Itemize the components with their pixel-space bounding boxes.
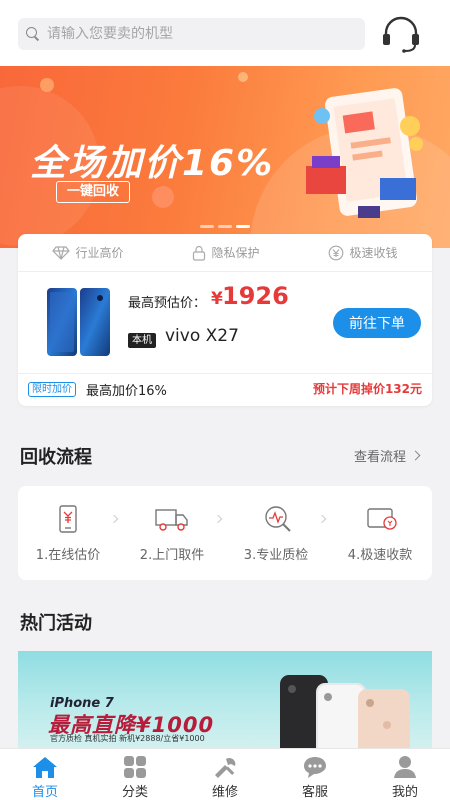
view-process-label: 查看流程	[354, 450, 407, 465]
iphone-promo-banner[interactable]: iPhone 7 最高直降¥1000 官方质检 真机实拍 新机¥2888/立省¥…	[18, 651, 432, 751]
limited-bonus-text: 最高加价16%	[86, 384, 167, 399]
headset-icon[interactable]	[380, 15, 422, 53]
chat-icon	[304, 757, 326, 778]
tab-customer-service[interactable]: 客服	[270, 749, 360, 800]
tab-profile[interactable]: 我的	[360, 749, 450, 800]
price-tag-icon	[59, 505, 77, 533]
one-click-recycle-button[interactable]: 一键回收	[56, 181, 131, 203]
limited-bonus-tag: 限时加价	[28, 382, 76, 397]
user-icon	[394, 756, 416, 778]
feature-row: 行业高价 隐私保护 极速收钱	[18, 234, 432, 272]
step-fast-payment[interactable]: 4.极速收款	[330, 486, 430, 580]
carousel-dot[interactable]	[200, 225, 214, 228]
step-label: 3.专业质检	[243, 548, 309, 563]
magnifier-check-icon	[265, 506, 291, 532]
estimate-label: 最高预估价：	[128, 296, 207, 311]
feature-label: 极速收钱	[349, 246, 398, 260]
step-label: 1.在线估价	[35, 548, 101, 563]
process-steps: 1.在线估价 2.上门取件 3.专业质检 4.极速收款	[18, 486, 432, 580]
tab-home[interactable]: 首页	[0, 749, 90, 800]
search-bar[interactable]	[18, 18, 365, 50]
banner-decoration	[152, 186, 174, 208]
place-order-button[interactable]: 前往下单	[333, 308, 421, 338]
product-row: 最高预估价： ¥ 1926 本机 vivo X27 前往下单	[18, 272, 432, 374]
promo-subtext: 官方质检 真机实拍 新机¥2888/立省¥1000	[50, 734, 205, 743]
price-drop-forecast: 预计下周掉价132元	[312, 382, 422, 396]
wallet-icon	[367, 508, 397, 530]
banner-decoration	[238, 72, 248, 82]
price-notice-row: 限时加价 最高加价16% 预计下周掉价132元	[18, 374, 432, 406]
step-label: 2.上门取件	[139, 548, 205, 563]
bottom-tab-bar: 首页 分类 维修 客服 我的	[0, 748, 450, 800]
repair-icon	[215, 757, 236, 778]
search-input[interactable]	[47, 26, 327, 42]
lock-icon	[193, 245, 206, 261]
phone-image	[47, 288, 110, 356]
carousel-dot[interactable]	[218, 225, 232, 228]
step-label: 4.极速收款	[347, 548, 413, 563]
feature-fast-pay: 极速收钱	[328, 244, 398, 261]
truck-icon	[155, 509, 188, 531]
promo-banner[interactable]: 全场加价16% 一键回收	[0, 66, 450, 248]
carousel-dot-active[interactable]	[236, 225, 250, 228]
feature-high-price: 行业高价	[52, 244, 124, 261]
category-icon	[124, 756, 146, 778]
device-model: vivo X27	[165, 326, 239, 346]
tab-repair[interactable]: 维修	[180, 749, 270, 800]
tab-label: 我的	[391, 785, 418, 800]
top-bar	[0, 0, 450, 66]
step-quality-check[interactable]: 3.专业质检	[226, 486, 326, 580]
carousel-indicator	[200, 225, 250, 228]
step-door-pickup[interactable]: 2.上门取件	[122, 486, 222, 580]
tab-category[interactable]: 分类	[90, 749, 180, 800]
estimate-price: 1926	[222, 282, 289, 310]
step-online-estimate[interactable]: 1.在线估价	[18, 486, 118, 580]
banner-headline: 全场加价16%	[30, 143, 275, 184]
feature-privacy: 隐私保护	[192, 244, 260, 261]
search-icon	[26, 27, 40, 41]
tab-label: 客服	[301, 785, 328, 800]
yuan-coin-icon	[329, 245, 344, 260]
tab-label: 首页	[31, 785, 58, 800]
home-icon	[33, 757, 57, 778]
estimate-card: 行业高价 隐私保护 极速收钱 最高预估价： ¥ 1926 本机 vivo X27…	[18, 234, 432, 406]
feature-label: 隐私保护	[211, 246, 260, 260]
banner-decoration	[40, 78, 54, 92]
chevron-right-icon	[410, 450, 421, 461]
feature-label: 行业高价	[75, 246, 124, 260]
this-device-badge: 本机	[128, 333, 156, 348]
tab-label: 维修	[211, 785, 238, 800]
process-section-title: 回收流程	[20, 447, 92, 468]
iphone-image	[280, 675, 410, 751]
shopping-illustration	[306, 88, 423, 218]
diamond-icon	[52, 245, 71, 260]
tab-label: 分类	[121, 785, 148, 800]
view-process-link[interactable]: 查看流程	[354, 446, 421, 465]
hot-activities-title: 热门活动	[20, 613, 92, 634]
